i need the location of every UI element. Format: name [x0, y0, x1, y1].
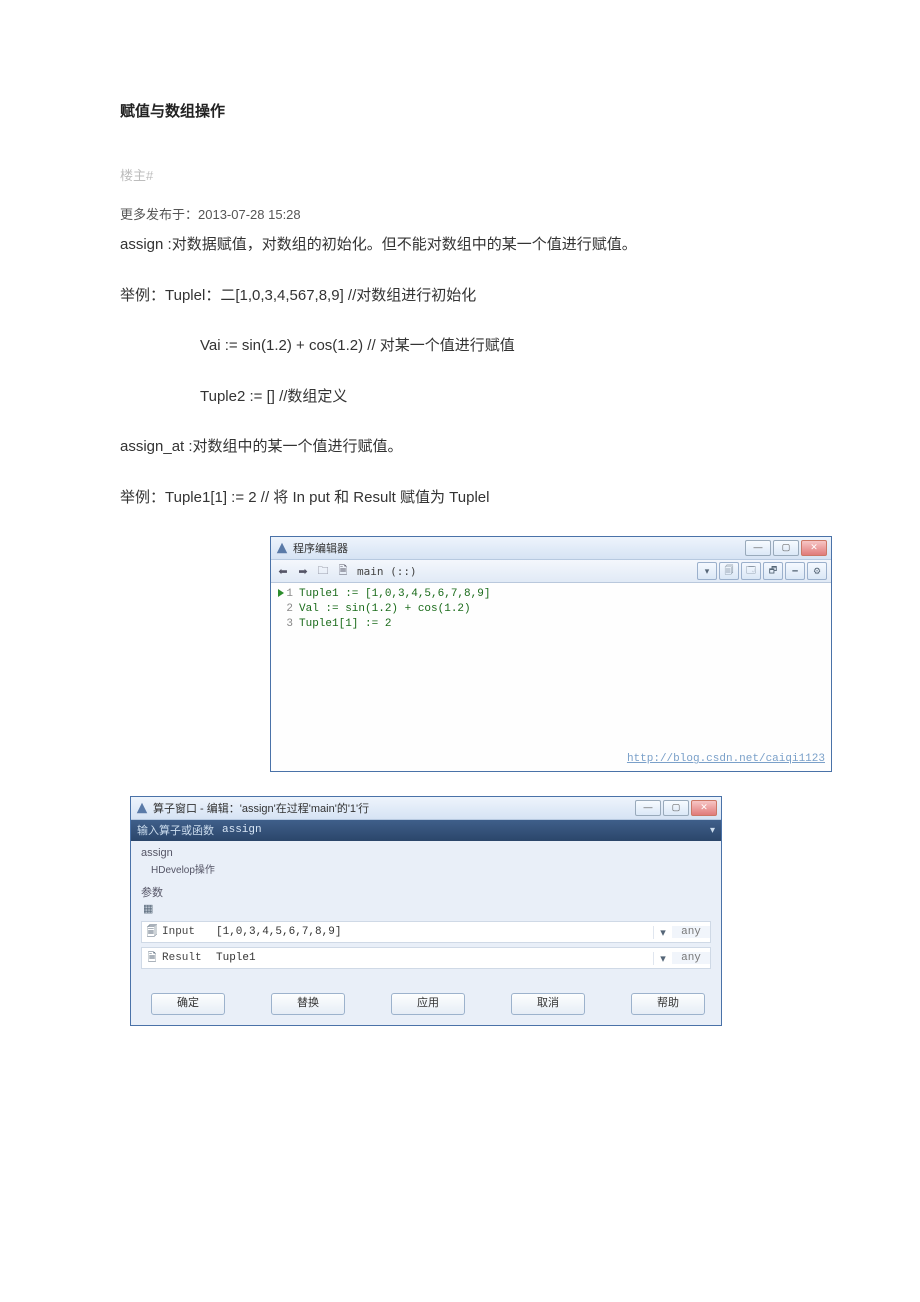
example-2: 举例：Tuple1[1] := 2 // 将 In put 和 Result 赋… — [120, 484, 800, 513]
close-button[interactable]: ✕ — [801, 540, 827, 556]
tool-btn-2[interactable]: 🗔 — [741, 562, 761, 580]
param-value-result[interactable]: Tuple1 — [212, 952, 653, 964]
group-title: assign — [141, 847, 711, 859]
tuple2-line: Tuple2 := [] //数组定义 — [120, 383, 800, 412]
code-line-2: Val := sin(1.2) + cos(1.2) — [299, 602, 471, 617]
watermark-link: http://blog.csdn.net/caiqi1123 — [627, 752, 825, 767]
tuple-init-code: Tuplel：二[1,0,3,4,567,8,9] //对数组进行初始化 — [165, 287, 476, 304]
op-window-title: 算子窗口 - 编辑：'assign'在过程'main'的'1'行 — [153, 800, 369, 816]
author-tag: 楼主# — [120, 165, 800, 184]
line-number: 3 — [277, 617, 293, 632]
maximize-button[interactable]: ▢ — [773, 540, 799, 556]
code-line-3: Tuple1[1] := 2 — [299, 617, 391, 632]
group-sub: HDevelop操作 — [151, 861, 711, 876]
ok-button[interactable]: 确定 — [151, 993, 225, 1015]
assign-at-description: assign_at :对数组中的某一个值进行赋值。 — [120, 433, 800, 462]
tool-btn-3[interactable]: 🗗 — [763, 562, 783, 580]
op-titlebar: 算子窗口 - 编辑：'assign'在过程'main'的'1'行 — ▢ ✕ — [131, 797, 721, 820]
app-icon — [275, 541, 289, 555]
tool-btn-4[interactable]: 🗕 — [785, 562, 805, 580]
assign-description: assign :对数据赋值，对数组的初始化。但不能对数组中的某一个值进行赋值。 — [120, 231, 800, 260]
file-name: main (::) — [357, 565, 417, 578]
op-input-value[interactable]: assign — [222, 824, 262, 836]
param-name-input: Input — [162, 926, 212, 938]
param-type: any — [672, 926, 710, 938]
file-icon[interactable]: 🗎 — [335, 563, 351, 579]
button-row: 确定 替换 应用 取消 帮助 — [131, 983, 721, 1025]
param-name-result: Result — [162, 952, 212, 964]
operator-window: 算子窗口 - 编辑：'assign'在过程'main'的'1'行 — ▢ ✕ 输… — [130, 796, 722, 1026]
tuple-assign-code: Tuple1[1] := 2 // 将 In put 和 Result 赋值为 … — [165, 489, 489, 506]
page-title: 赋值与数组操作 — [120, 100, 800, 121]
help-button[interactable]: 帮助 — [631, 993, 705, 1015]
pc-arrow-icon: 1 — [277, 587, 293, 602]
cancel-button[interactable]: 取消 — [511, 993, 585, 1015]
example-1: 举例：Tuplel：二[1,0,3,4,567,8,9] //对数组进行初始化 — [120, 282, 800, 311]
tool-btn-5[interactable]: ⚙ — [807, 562, 827, 580]
app-icon — [135, 801, 149, 815]
code-line-1: Tuple1 := [1,0,3,4,5,6,7,8,9] — [299, 587, 490, 602]
line-number: 2 — [277, 602, 293, 617]
dropdown-button[interactable]: ▾ — [697, 562, 717, 580]
param-icon: ▦ — [143, 902, 711, 915]
editor-title: 程序编辑器 — [293, 540, 348, 556]
minimize-button[interactable]: — — [745, 540, 771, 556]
param-row-input: 🗐 Input [1,0,3,4,5,6,7,8,9] ▾ any — [141, 921, 711, 943]
param-icon: 🗎 — [142, 949, 162, 968]
param-row-result: 🗎 Result Tuple1 ▾ any — [141, 947, 711, 969]
dropdown-icon[interactable]: ▾ — [653, 952, 672, 965]
editor-titlebar: 程序编辑器 — ▢ ✕ — [271, 537, 831, 560]
publish-meta: 更多发布于：2013-07-28 15:28 — [120, 204, 800, 223]
example-label-2: 举例： — [120, 489, 165, 506]
replace-button[interactable]: 替换 — [271, 993, 345, 1015]
tool-btn-1[interactable]: 🗐 — [719, 562, 739, 580]
minimize-button[interactable]: — — [635, 800, 661, 816]
example-label: 举例： — [120, 287, 165, 304]
dropdown-icon[interactable]: ▾ — [710, 825, 715, 836]
code-area[interactable]: 1 Tuple1 := [1,0,3,4,5,6,7,8,9] 2 Val := s… — [271, 583, 831, 771]
param-head: 参数 — [141, 884, 711, 900]
param-type: any — [672, 952, 710, 964]
forward-icon[interactable]: ➡ — [295, 563, 311, 579]
close-button[interactable]: ✕ — [691, 800, 717, 816]
program-editor-window: 程序编辑器 — ▢ ✕ ⬅ ➡ 🗀 🗎 main (::) ▾ 🗐 🗔 🗗 🗕 … — [270, 536, 832, 772]
editor-toolbar: ⬅ ➡ 🗀 🗎 main (::) ▾ 🗐 🗔 🗗 🗕 ⚙ — [271, 560, 831, 583]
maximize-button[interactable]: ▢ — [663, 800, 689, 816]
apply-button[interactable]: 应用 — [391, 993, 465, 1015]
dropdown-icon[interactable]: ▾ — [653, 926, 672, 939]
op-input-label: 输入算子或函数 — [137, 822, 214, 838]
param-value-input[interactable]: [1,0,3,4,5,6,7,8,9] — [212, 926, 653, 938]
back-icon[interactable]: ⬅ — [275, 563, 291, 579]
folder-icon[interactable]: 🗀 — [315, 563, 331, 579]
op-input-row: 输入算子或函数 assign ▾ — [131, 820, 721, 841]
param-icon: 🗐 — [142, 923, 162, 942]
vai-line: Vai := sin(1.2) + cos(1.2) // 对某一个值进行赋值 — [120, 332, 800, 361]
